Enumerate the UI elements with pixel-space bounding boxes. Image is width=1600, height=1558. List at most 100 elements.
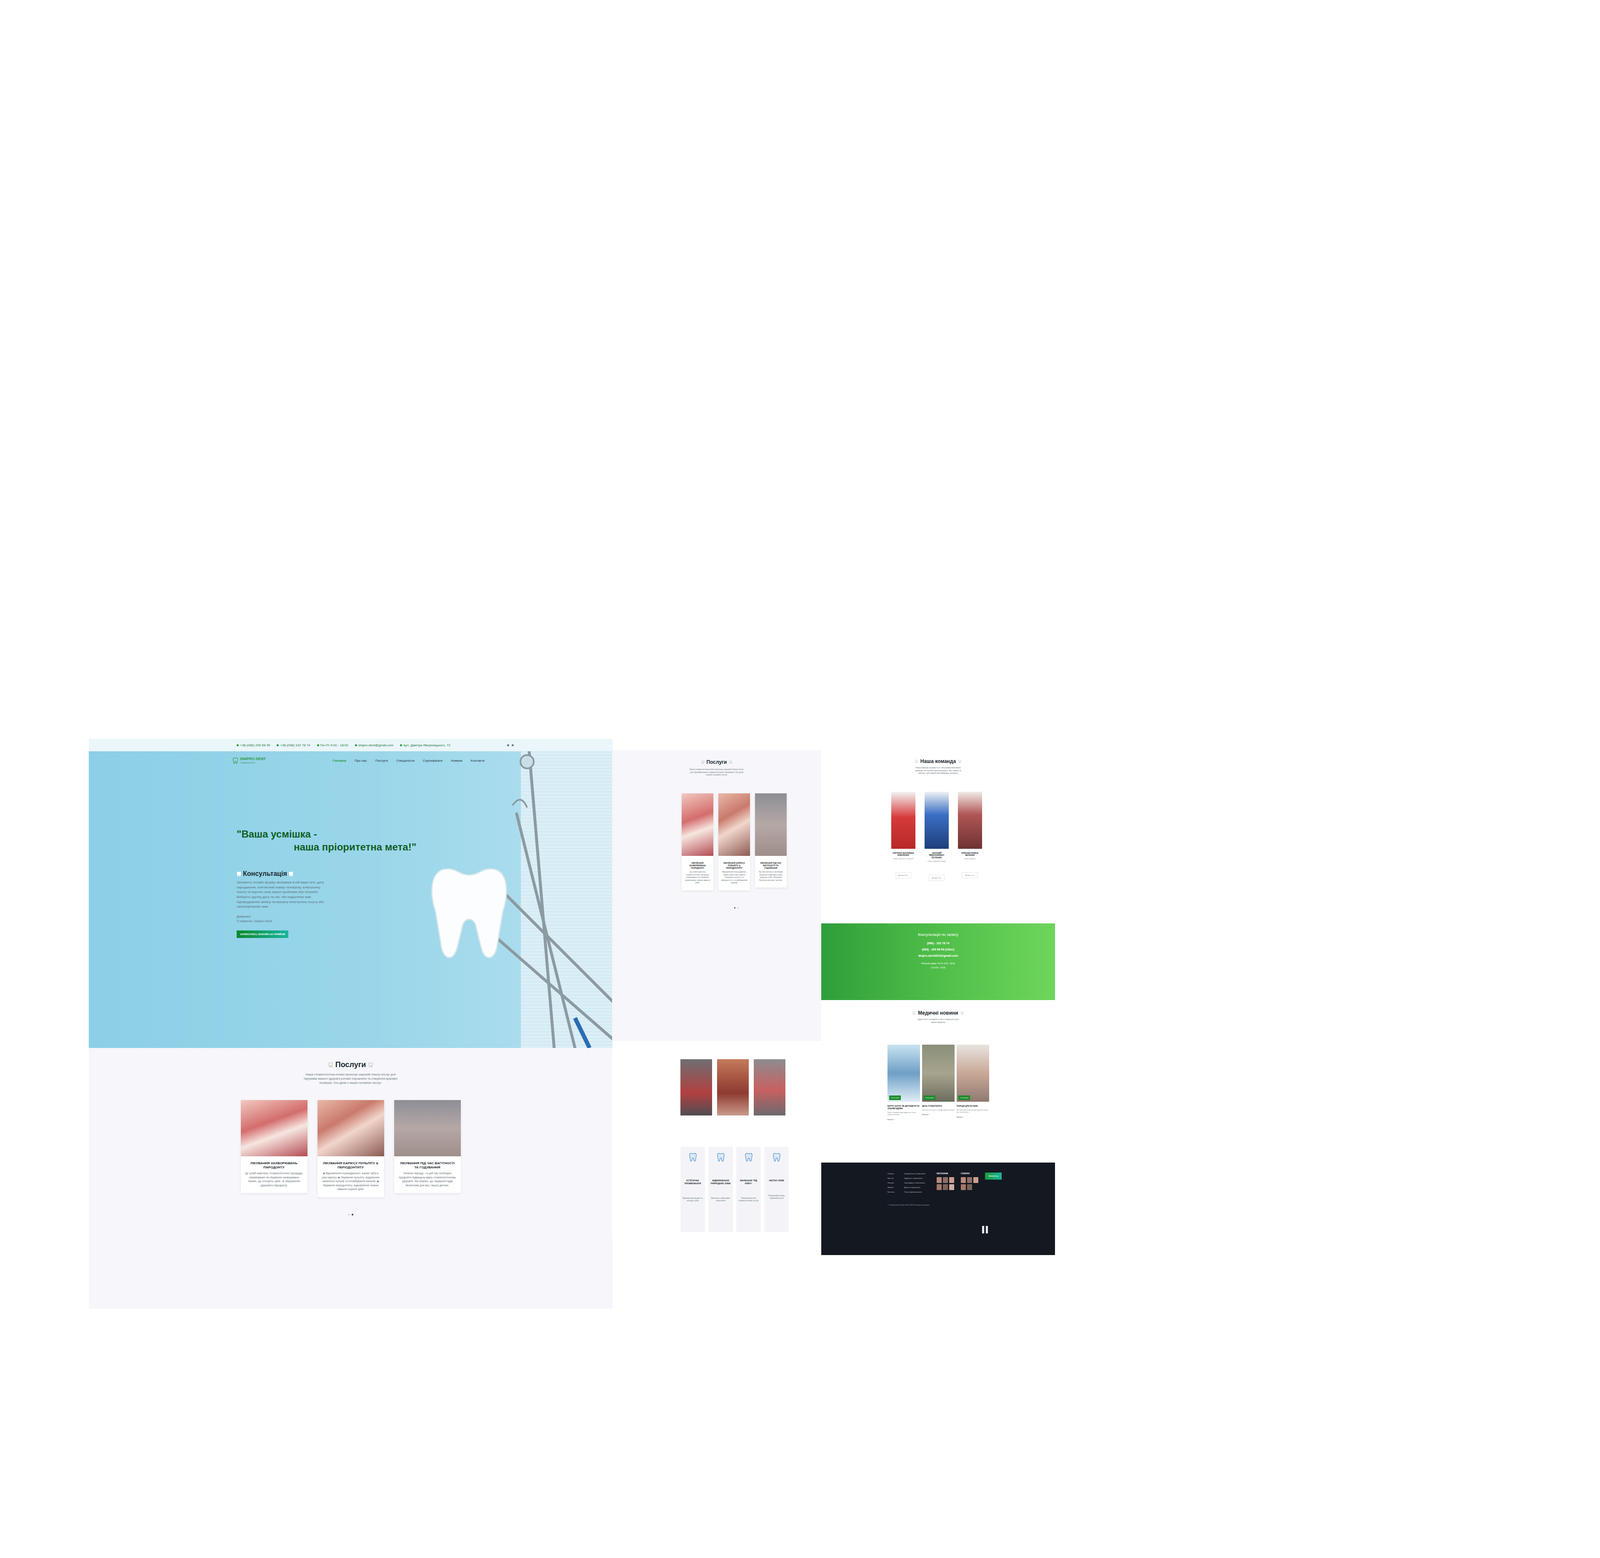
member-experience: Досвід: 15 р. xyxy=(928,874,945,881)
tooth-icon xyxy=(328,1062,333,1068)
service-card[interactable]: ЛІКУВАННЯ ПІД ЧАС ВАГІТНОСТІ ТА ГОДУВАНН… xyxy=(394,1100,461,1193)
tooth-icon xyxy=(960,1011,964,1015)
team-section: Наша командаНаша команда складається з в… xyxy=(821,750,1055,924)
news-item[interactable]: 12.05.2023ВАРТО ЗНАТИ: ЯК ДОГЛЯДАТИ ЗА З… xyxy=(887,1044,920,1121)
logo-tagline: стоматологія xyxy=(240,761,266,765)
logo[interactable]: DNIPRO DENTстоматологія xyxy=(232,757,333,765)
nav-item[interactable]: Про нас xyxy=(354,757,368,764)
service-card[interactable]: ЛІКУВАННЯ ЗАХВОРЮВАНЬ ПАРОДОНТУЦе цілий … xyxy=(240,1100,308,1193)
team-member[interactable]: АНАТОЛІЙ МИКОЛАЙОВИЧ ПЕТРЕНКОлікар-стома… xyxy=(924,791,950,882)
service-card[interactable]: ЛІКУВАННЯ КАРІЄСУ ПУЛЬПІТУ & ПЕРІОДОНТИТ… xyxy=(317,1100,385,1197)
slider-dot[interactable] xyxy=(737,907,739,909)
footer-book-button[interactable]: Записатись xyxy=(985,1172,1002,1180)
news-item-title: ДЕНЬ СТОМАТОЛОГА xyxy=(922,1105,955,1108)
footer-columns: Головна Про насПослуги НовиниКонтакти Терап… xyxy=(887,1172,1055,1193)
footer-link[interactable]: Ортопедична стоматологія xyxy=(904,1181,933,1184)
feature-card[interactable]: ЧИСТКА ЗУБІВПрофесійна гігієна порожнини… xyxy=(764,1146,789,1233)
news-more-link[interactable]: Більше » xyxy=(922,1113,955,1116)
card-body: ЛІКУВАННЯ ПІД ЧАС ВАГІТНОСТІ ТА ГОДУВАНН… xyxy=(394,1156,461,1193)
service-card-title: ЛІКУВАННЯ ПІД ЧАС ВАГІТНОСТІ ТА ГОДУВАНН… xyxy=(757,861,785,870)
news-items: 12.05.2023ВАРТО ЗНАТИ: ЯК ДОГЛЯДАТИ ЗА З… xyxy=(821,1023,1055,1121)
nav-item[interactable]: Послуги xyxy=(375,757,388,764)
news-photo xyxy=(887,1044,920,1102)
dental-care-icon xyxy=(688,1151,698,1163)
member-role: лікар-стоматолог-хірург xyxy=(927,860,946,863)
news-more-link[interactable]: Більше » xyxy=(887,1118,920,1121)
team-members: СВІТЛАНА ВАСИЛІВНА КОВАЛЕНКОлікар-стомат… xyxy=(821,775,1055,882)
footer-link[interactable]: Контакти xyxy=(887,1190,900,1193)
slider-dot[interactable] xyxy=(351,1213,354,1216)
service-cards: ЛІКУВАННЯ ЗАХВОРЮВАНЬ ПАРОДОНТУЦе цілий … xyxy=(612,793,822,891)
doctor-photo xyxy=(957,791,983,849)
feature-cards: ЕСТЕТИЧНЕ ПЛОМБУВАННЯВідновлення форми т… xyxy=(612,1115,822,1233)
nav-item[interactable]: Новини xyxy=(450,757,463,764)
footer-photo xyxy=(949,1184,955,1190)
feature-card[interactable]: ЛІКУВАННЯ "ПІД КЛЮЧ"Повний комплекс стом… xyxy=(736,1146,761,1233)
footer-photo xyxy=(973,1177,979,1183)
tooth-icon xyxy=(288,871,294,877)
contact-item: +38 (066) 209 58 99 xyxy=(236,743,270,748)
nav-item[interactable]: Головна xyxy=(332,757,347,764)
nav-item[interactable]: Спеціалісти xyxy=(396,757,415,764)
contact-text: +38 (096) 102 78 74 xyxy=(280,743,310,748)
footer-link[interactable]: Послуги xyxy=(887,1181,900,1184)
services-section: ПослугиНаша стоматологічна клініка пропо… xyxy=(88,1047,613,1309)
book-button[interactable]: ЗАПИСАТИСЬ ОНЛАЙН НА ПРИЙОМ xyxy=(236,930,289,938)
service-card[interactable]: ЛІКУВАННЯ ЗАХВОРЮВАНЬ ПАРОДОНТУЦе цілий … xyxy=(681,793,714,891)
slider-dot[interactable] xyxy=(734,907,736,909)
service-card[interactable]: ЛІКУВАННЯ КАРІЄСУ ПУЛЬПІТУ & ПЕРІОДОНТИТ… xyxy=(718,793,750,891)
pause-icon[interactable] xyxy=(982,1225,1055,1234)
news-item[interactable]: 27.03.2023ПОРАДИ ДЛЯ БАТЬКІВЯк підготува… xyxy=(956,1044,990,1118)
footer-link[interactable]: Головна xyxy=(887,1172,900,1175)
footer-link[interactable]: Новини xyxy=(887,1186,900,1189)
contact-text: Пн-Пт 9:00 - 18:00 xyxy=(320,743,349,748)
instagram-icon[interactable] xyxy=(511,744,514,747)
news-title: Медичні новини xyxy=(917,1010,959,1016)
member-experience: Досвід: 10 р. xyxy=(962,872,978,879)
footer-link[interactable]: Терапевтична стоматологія xyxy=(904,1172,933,1175)
nav-item[interactable]: Контакти xyxy=(470,757,485,764)
feature-card[interactable]: ЕСТЕТИЧНЕ ПЛОМБУВАННЯВідновлення форми т… xyxy=(680,1146,705,1233)
gallery-grid xyxy=(960,1177,981,1190)
service-card-title: ЛІКУВАННЯ ЗАХВОРЮВАНЬ ПАРОДОНТУ xyxy=(683,861,712,870)
instagram-grid xyxy=(936,1177,957,1190)
news-item-text: Прості поради щодо щоденної гігієни поро… xyxy=(887,1111,920,1116)
service-photo xyxy=(317,1100,385,1157)
gallery-block: ГАЛЕРЕЯ xyxy=(960,1172,981,1190)
consult-email[interactable]: dnipro.dent2023@gmail.com xyxy=(821,954,1055,958)
mask-photo xyxy=(520,751,613,1048)
footer-photo xyxy=(967,1184,973,1190)
nav-item[interactable]: Сертифікати xyxy=(422,757,443,764)
consult-phone[interactable]: (063) - 209 58 99 (Viber) xyxy=(821,947,1055,951)
news-item[interactable]: 09.04.2023ДЕНЬ СТОМАТОЛОГАВітаємо всіх к… xyxy=(922,1044,955,1116)
logo-text: DNIPRO DENTстоматологія xyxy=(240,757,266,764)
footer-link[interactable]: Про нас xyxy=(887,1177,900,1180)
consultation-heading: Консультація xyxy=(236,870,404,878)
contact-text: dnipro.dent@gmail.com xyxy=(358,743,394,748)
footer-link[interactable]: Гігієна порожнини рота xyxy=(904,1190,933,1193)
footer-photo xyxy=(949,1177,955,1183)
dental-care-icon xyxy=(772,1151,781,1163)
slider-dot[interactable] xyxy=(347,1213,350,1216)
team-member[interactable]: ЮЛІЯ ВІКТОРІВНА МЕЛЬНИКлікар-ортодонтДос… xyxy=(957,791,983,879)
feature-card[interactable]: ВІДБІЛЮВАННЯ ПРИРОДНИХ ЗУБІВБезпечне і е… xyxy=(708,1146,733,1233)
thanks-text: Дякуємо! xyxy=(236,914,404,920)
consult-phone[interactable]: (066) - 102 78 74 xyxy=(821,941,1055,945)
footer-link[interactable]: Дитяча стоматологія xyxy=(904,1186,933,1189)
news-more-link[interactable]: Більше » xyxy=(956,1115,990,1118)
service-card[interactable]: ЛІКУВАННЯ ПІД ЧАС ВАГІТНОСТІ ТА ГОДУВАНН… xyxy=(755,793,787,888)
contact-item: +38 (096) 102 78 74 xyxy=(276,743,310,748)
card-body: ЛІКУВАННЯ КАРІЄСУ ПУЛЬПІТУ & ПЕРІОДОНТИТ… xyxy=(317,1156,385,1197)
social-links xyxy=(507,744,514,747)
consult-banner: Консультація по запису(066) - 102 78 74(… xyxy=(821,923,1055,1000)
team-member[interactable]: СВІТЛАНА ВАСИЛІВНА КОВАЛЕНКОлікар-стомат… xyxy=(890,791,916,879)
footer-links: Головна Про насПослуги НовиниКонтакти xyxy=(887,1172,900,1193)
feature-title: ЛІКУВАННЯ "ПІД КЛЮЧ" xyxy=(737,1179,760,1185)
facebook-icon[interactable] xyxy=(507,744,510,747)
footer-link[interactable]: Хірургічна стоматологія xyxy=(904,1177,933,1180)
services-heading: Послуги xyxy=(612,759,822,765)
nav-label: Спеціалісти xyxy=(396,758,415,763)
features-mockup: ЕСТЕТИЧНЕ ПЛОМБУВАННЯВідновлення форми т… xyxy=(612,1050,822,1238)
gallery-title: ГАЛЕРЕЯ xyxy=(960,1172,981,1175)
team-heading: Наша команда xyxy=(821,758,1055,765)
